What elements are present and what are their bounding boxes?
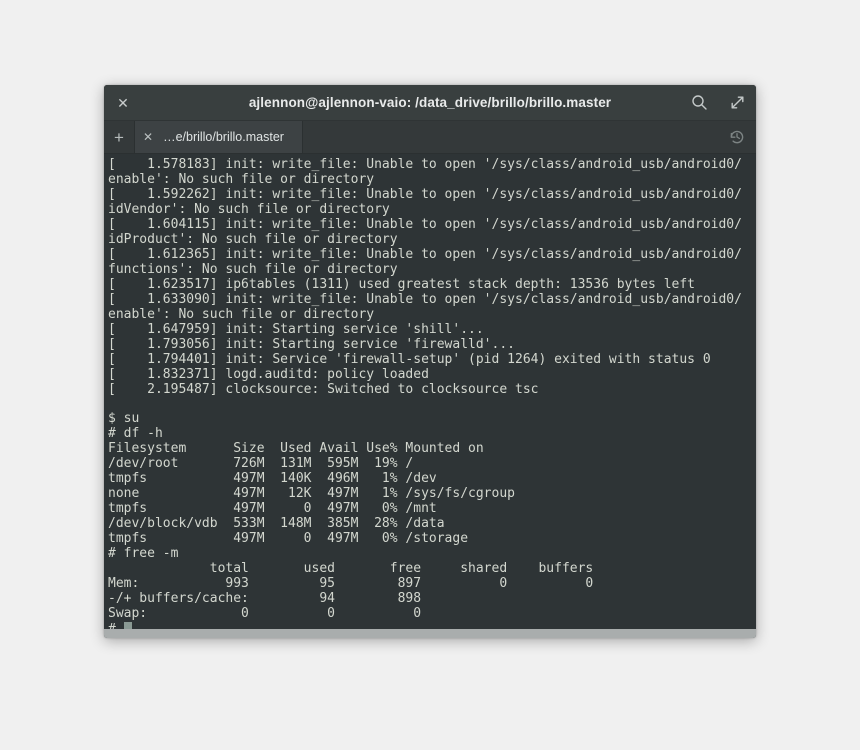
window-close-button[interactable]: ✕ [104, 85, 142, 120]
plus-icon: + [114, 127, 124, 147]
tab-brillo-master[interactable]: ✕ …e/brillo/brillo.master [134, 121, 303, 153]
terminal-window: ✕ ajlennon@ajlennon-vaio: /data_drive/br… [104, 85, 756, 638]
window-bottom-edge [104, 629, 756, 638]
terminal-line: Mem: 993 95 897 0 0 [108, 576, 594, 592]
terminal-line: idVendor': No such file or directory [108, 201, 390, 217]
terminal-line: tmpfs 497M 0 497M 0% /mnt [108, 501, 437, 517]
window-title: ajlennon@ajlennon-vaio: /data_drive/bril… [248, 95, 612, 110]
terminal-line: none 497M 12K 497M 1% /sys/fs/cgroup [108, 486, 515, 502]
terminal-line: [ 1.647959] init: Starting service 'shil… [108, 321, 484, 337]
terminal-line: idProduct': No such file or directory [108, 231, 398, 247]
tab-close-icon[interactable]: ✕ [143, 131, 153, 143]
title-bar: ✕ ajlennon@ajlennon-vaio: /data_drive/br… [104, 85, 756, 121]
terminal-line: -/+ buffers/cache: 94 898 [108, 591, 422, 607]
terminal-cursor [123, 622, 132, 629]
terminal-line: [ 1.633090] init: write_file: Unable to … [108, 291, 742, 307]
terminal-line: [ 2.195487] clocksource: Switched to clo… [108, 381, 539, 397]
terminal-line: functions': No such file or directory [108, 261, 398, 277]
history-button[interactable] [718, 121, 756, 153]
terminal-line: enable': No such file or directory [108, 306, 375, 322]
terminal-line: [ 1.623517] ip6tables (1311) used greate… [108, 276, 695, 292]
terminal-line: Filesystem Size Used Avail Use% Mounted … [108, 441, 484, 457]
terminal-line: /dev/block/vdb 533M 148M 385M 28% /data [108, 516, 445, 532]
terminal-line: [ 1.832371] logd.auditd: policy loaded [108, 366, 429, 382]
history-icon [728, 128, 746, 146]
expand-icon [729, 94, 746, 111]
terminal-line: # df -h [108, 426, 163, 442]
terminal-line: $ su [108, 411, 140, 427]
tab-bar: + ✕ …e/brillo/brillo.master [104, 121, 756, 154]
terminal-line: /dev/root 726M 131M 595M 19% / [108, 456, 414, 472]
search-icon [691, 94, 708, 111]
maximize-button[interactable] [718, 85, 756, 120]
terminal-line: Swap: 0 0 0 [108, 606, 422, 622]
terminal-prompt-line: # [108, 622, 756, 629]
terminal-line: tmpfs 497M 0 497M 0% /storage [108, 531, 469, 547]
terminal-line: [ 1.578183] init: write_file: Unable to … [108, 157, 742, 172]
terminal-line: # free -m [108, 546, 179, 562]
tab-bar-spacer [303, 121, 718, 153]
new-tab-button[interactable]: + [104, 121, 134, 153]
terminal-line: enable': No such file or directory [108, 171, 375, 187]
terminal-line: [ 1.604115] init: write_file: Unable to … [108, 216, 742, 232]
prompt-symbol: # [108, 622, 124, 629]
title-bar-actions [680, 85, 756, 120]
terminal-line: total used free shared buffers [108, 561, 594, 577]
terminal-line: [ 1.612365] init: write_file: Unable to … [108, 246, 742, 262]
tab-label: …e/brillo/brillo.master [163, 130, 284, 144]
terminal-line: tmpfs 497M 140K 496M 1% /dev [108, 471, 437, 487]
terminal-output[interactable]: [ 1.578183] init: write_file: Unable to … [104, 154, 756, 629]
search-button[interactable] [680, 85, 718, 120]
terminal-line: [ 1.794401] init: Service 'firewall-setu… [108, 351, 711, 367]
terminal-line: [ 1.793056] init: Starting service 'fire… [108, 336, 515, 352]
close-icon: ✕ [117, 94, 129, 111]
terminal-line: [ 1.592262] init: write_file: Unable to … [108, 186, 742, 202]
